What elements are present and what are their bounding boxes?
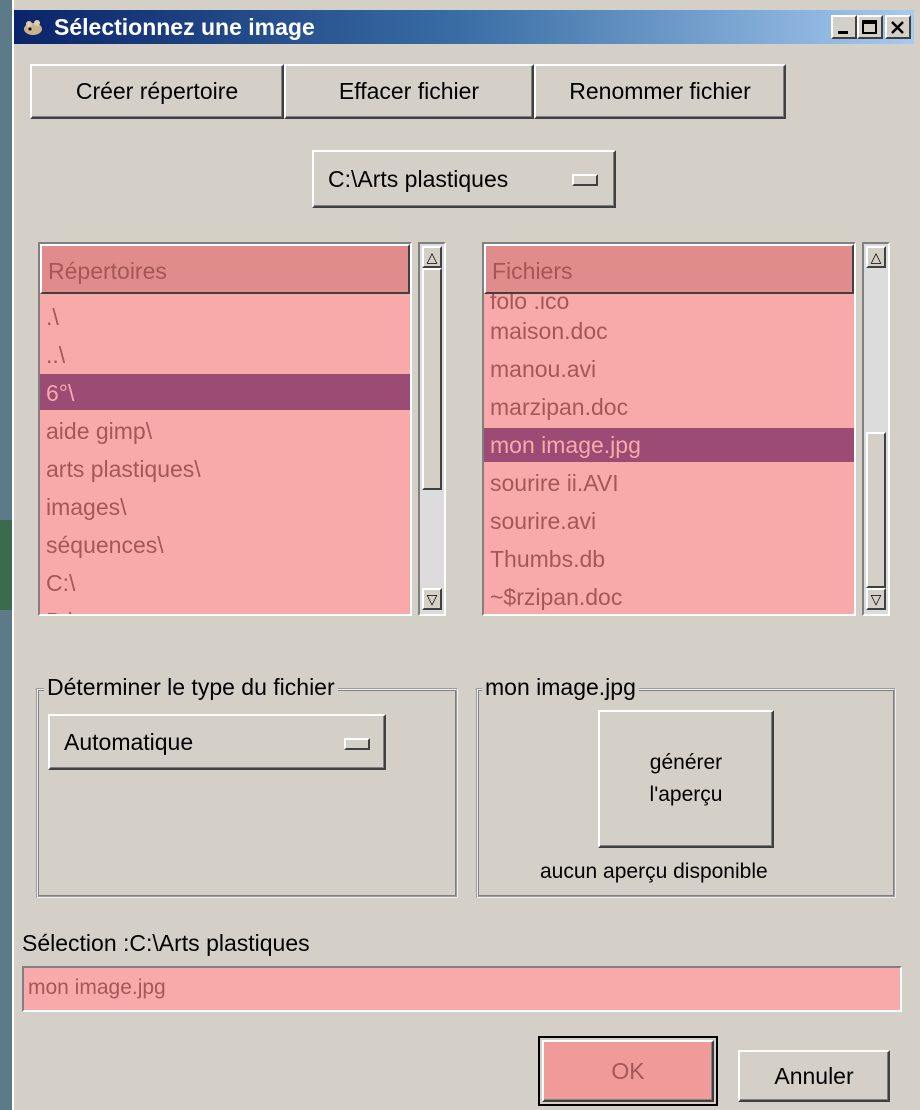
file-type-option-menu[interactable]: Automatique [48,714,386,770]
scroll-down-icon[interactable]: ▽ [422,588,442,610]
list-item[interactable]: C:\ [46,564,410,602]
files-scrollbar[interactable]: △ ▽ [862,242,890,616]
minimize-button[interactable] [831,15,857,39]
directories-scrollbar[interactable]: △ ▽ [418,242,446,616]
close-icon [891,21,904,34]
rename-file-button[interactable]: Renommer fichier [534,64,786,119]
list-item[interactable]: D:\ [46,602,410,614]
list-item-selected[interactable]: mon image.jpg [484,428,854,462]
list-item[interactable]: Thumbs.db [490,540,854,578]
list-item[interactable]: ~$rzipan.doc [490,578,854,614]
list-item[interactable]: images\ [46,488,410,526]
desktop-edge [0,0,12,1110]
list-item[interactable]: .\ [46,298,410,336]
cancel-button[interactable]: Annuler [738,1050,890,1102]
list-item[interactable]: ..\ [46,336,410,374]
list-item[interactable]: séquences\ [46,526,410,564]
ok-button[interactable]: OK [542,1040,714,1102]
option-menu-indicator-icon [344,738,370,750]
option-menu-indicator-icon [572,174,598,186]
list-item[interactable]: sourire.avi [490,502,854,540]
scroll-up-icon[interactable]: △ [422,246,442,268]
file-type-value: Automatique [64,728,194,755]
window-title: Sélectionnez une image [54,14,315,40]
path-option-menu[interactable]: C:\Arts plastiques [312,150,616,208]
scroll-up-icon[interactable]: △ [866,246,886,268]
list-item[interactable]: sourire ii.AVI [490,464,854,502]
create-directory-button[interactable]: Créer répertoire [30,64,284,119]
scroll-thumb[interactable] [422,268,442,490]
list-item[interactable]: arts plastiques\ [46,450,410,488]
files-list[interactable]: folo .ico Fichiers maison.doc manou.avi … [482,242,856,616]
generate-preview-line1: générer [649,751,723,774]
directories-list[interactable]: Répertoires .\ ..\ 6°\ aide gimp\ arts p… [38,242,412,616]
selection-label: Sélection :C:\Arts plastiques [22,930,310,956]
files-header[interactable]: Fichiers [484,244,854,294]
title-bar[interactable]: Sélectionnez une image [14,10,914,44]
file-type-legend: Déterminer le type du fichier [44,674,338,701]
list-item[interactable]: marzipan.doc [490,388,854,426]
selection-input[interactable]: mon image.jpg [22,966,902,1012]
scroll-thumb[interactable] [866,432,886,588]
list-item[interactable]: maison.doc [490,312,854,350]
minimize-icon [838,31,848,34]
delete-file-button[interactable]: Effacer fichier [284,64,534,119]
list-item[interactable]: aide gimp\ [46,412,410,450]
path-option-value: C:\Arts plastiques [328,165,509,192]
list-item-selected[interactable]: 6°\ [40,374,410,410]
preview-legend: mon image.jpg [482,674,639,701]
list-item[interactable]: manou.avi [490,350,854,388]
close-button[interactable] [885,15,911,39]
preview-status: aucun aperçu disponible [540,860,768,883]
directories-header[interactable]: Répertoires [40,244,410,294]
scroll-down-icon[interactable]: ▽ [866,588,886,610]
maximize-button[interactable] [857,15,883,39]
gimp-app-icon [24,20,42,35]
generate-preview-line2: l'aperçu [649,783,723,806]
maximize-icon [862,20,877,34]
generate-preview-button[interactable]: générer l'aperçu [598,710,774,848]
